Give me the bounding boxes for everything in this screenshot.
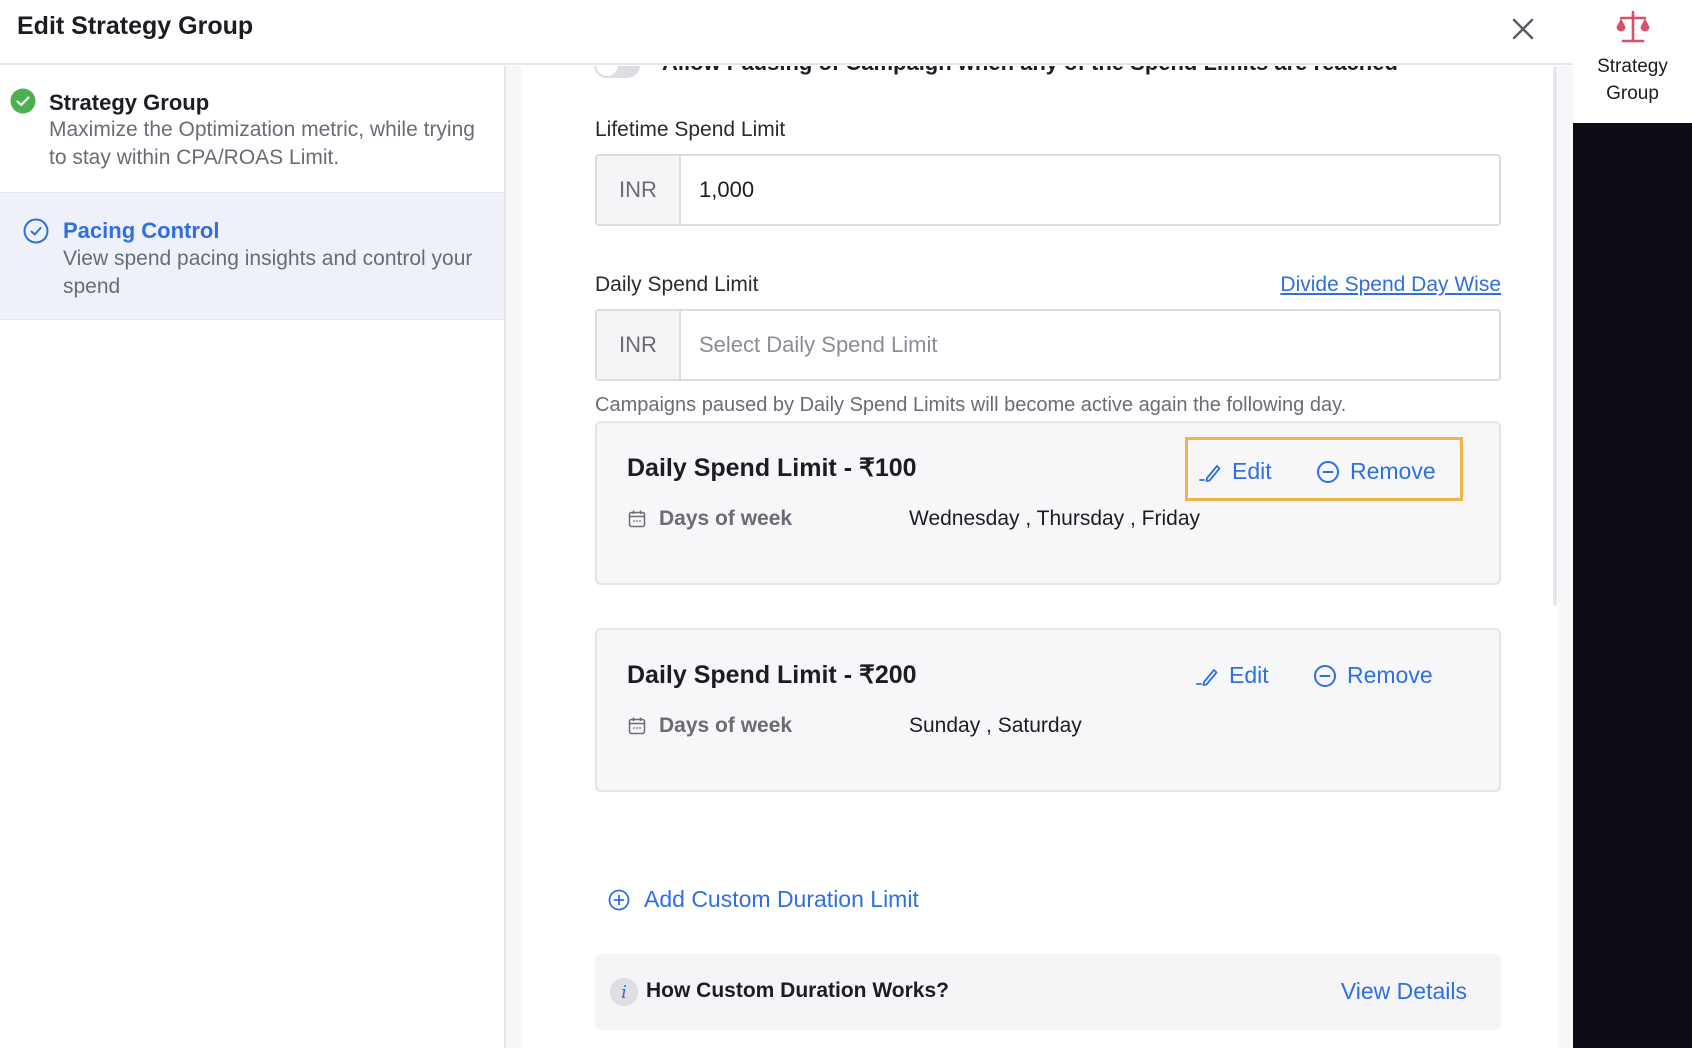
sidebar-step-strategy-group[interactable]: Strategy Group Maximize the Optimization… [0,66,504,190]
step-title: Pacing Control [63,218,220,243]
days-of-week-row: Days of week Wednesday , Thursday , Frid… [627,507,1200,531]
pencil-icon [1196,668,1218,686]
days-value: Wednesday , Thursday , Friday [909,507,1201,530]
content-scrollbar[interactable] [1553,66,1557,606]
close-icon [1512,18,1534,40]
lifetime-spend-input[interactable] [681,156,1499,224]
daily-spend-input[interactable] [681,311,1499,379]
check-circle-filled-icon [10,88,36,114]
days-value: Sunday , Saturday [909,714,1082,737]
toggle-label: Allow Pausing of Campaign when any of th… [662,66,1398,76]
rail-tab-strategy-group[interactable]: Strategy Group [1573,0,1692,123]
toggle-knob [596,66,618,76]
step-title: Strategy Group [49,90,210,115]
pause-campaign-toggle[interactable] [594,66,640,78]
lifetime-spend-label: Lifetime Spend Limit [595,118,786,141]
right-rail: Strategy Group [1573,0,1692,1048]
page-title: Edit Strategy Group [17,12,254,40]
remove-button[interactable]: Remove [1316,458,1436,485]
step-description: View spend pacing insights and control y… [63,247,473,298]
add-custom-duration-button[interactable]: Add Custom Duration Limit [608,886,919,913]
view-details-link[interactable]: View Details [1341,978,1467,1005]
remove-label: Remove [1347,662,1433,688]
custom-duration-info-box: i How Custom Duration Works? View Detail… [595,954,1501,1030]
divide-spend-day-wise-link[interactable]: Divide Spend Day Wise [1280,273,1501,297]
plus-circle-icon [608,889,630,910]
edit-label: Edit [1232,458,1272,484]
sidebar-step-pacing-control[interactable]: Pacing Control View spend pacing insight… [0,192,504,320]
currency-prefix: INR [597,156,681,224]
content-gutter [1558,66,1573,1048]
card-title: Daily Spend Limit - ₹200 [627,661,917,689]
card-title: Daily Spend Limit - ₹100 [627,454,917,482]
daily-spend-helper-text: Campaigns paused by Daily Spend Limits w… [595,394,1347,416]
remove-button[interactable]: Remove [1313,662,1433,689]
info-icon: i [610,978,638,1006]
rail-tab-label: Strategy Group [1597,56,1668,104]
edit-button[interactable]: Edit [1195,662,1269,689]
minus-circle-icon [1317,460,1339,483]
close-button[interactable] [1508,14,1538,44]
card-actions: Edit Remove [1185,437,1463,501]
info-text: How Custom Duration Works? [646,979,949,1002]
remove-label: Remove [1350,458,1436,484]
days-label: Days of week [659,714,793,737]
calendar-icon [628,510,646,528]
daily-limit-card: Daily Spend Limit - ₹100 Edit Remove Day… [595,421,1501,585]
daily-spend-input-group: INR [595,309,1501,381]
days-of-week-row: Days of week Sunday , Saturday [627,714,1082,738]
edit-strategy-group-modal: Edit Strategy Group Strategy Group Maxim… [0,0,1573,1048]
content-gutter [506,66,522,1048]
days-label: Days of week [659,507,793,530]
edit-button[interactable]: Edit [1198,458,1272,485]
daily-limit-card: Daily Spend Limit - ₹200 Edit Remove Day… [595,628,1501,792]
steps-sidebar: Strategy Group Maximize the Optimization… [0,66,506,1048]
edit-label: Edit [1229,662,1269,688]
add-custom-label: Add Custom Duration Limit [644,886,919,912]
step-description: Maximize the Optimization metric, while … [49,118,475,169]
scale-icon [1616,10,1650,43]
pacing-control-form: Allow Pausing of Campaign when any of th… [522,66,1558,1048]
lifetime-spend-input-group: INR [595,154,1501,226]
modal-header: Edit Strategy Group [0,0,1573,65]
minus-circle-icon [1314,664,1336,687]
currency-prefix: INR [597,311,681,379]
calendar-icon [628,717,646,735]
check-circle-outline-icon [23,218,49,244]
pencil-icon [1199,464,1221,482]
daily-spend-label: Daily Spend Limit [595,273,759,296]
card-actions: Edit Remove [1185,644,1463,708]
